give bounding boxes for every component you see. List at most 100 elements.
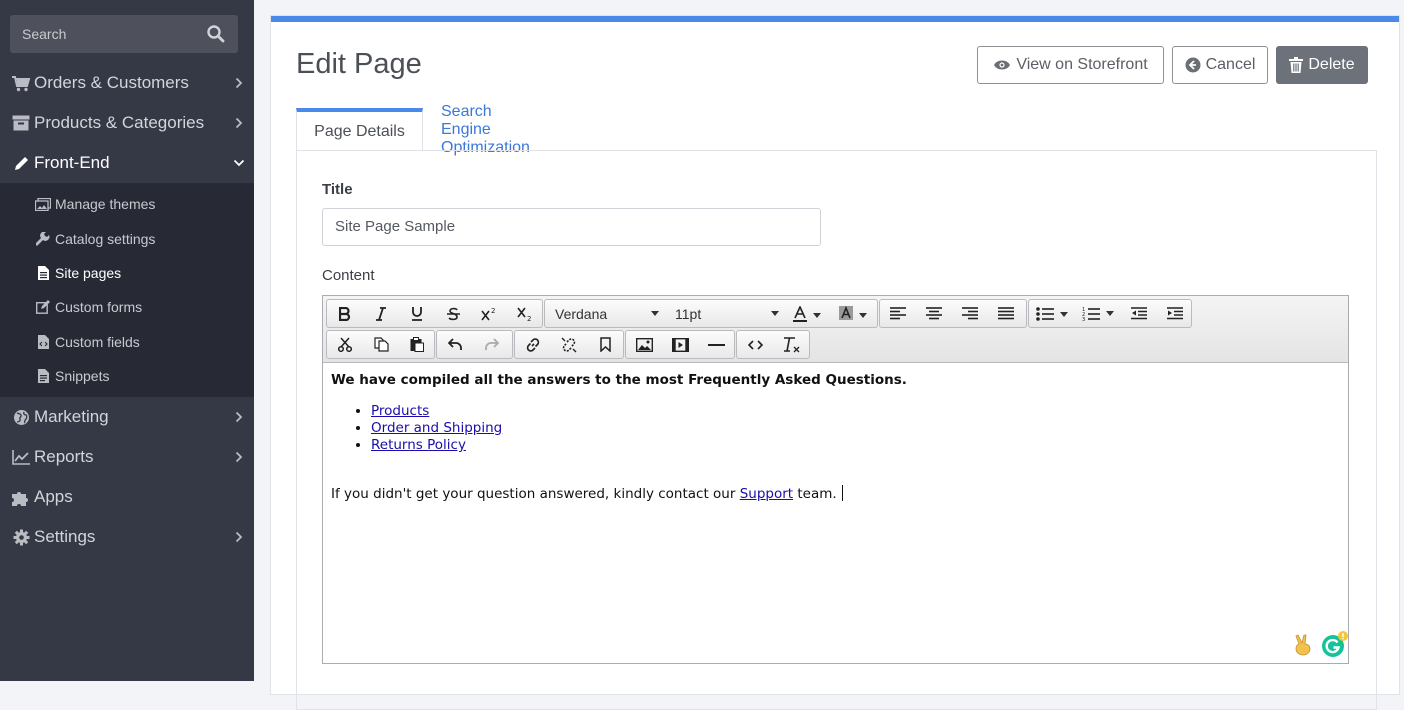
nav-label: Settings bbox=[34, 527, 96, 546]
align-group bbox=[879, 299, 1027, 328]
caret-down-icon bbox=[651, 311, 659, 316]
returns-policy-link[interactable]: Returns Policy bbox=[371, 437, 466, 453]
font-size-select[interactable]: 11pt bbox=[665, 300, 785, 327]
intro-paragraph: We have compiled all the answers to the … bbox=[331, 372, 907, 388]
source-code-icon[interactable] bbox=[737, 331, 773, 358]
search-box[interactable]: Search bbox=[10, 15, 238, 53]
nav-label: Orders & Customers bbox=[34, 73, 189, 92]
nav-marketing[interactable]: Marketing bbox=[0, 397, 254, 437]
sub-label: Manage themes bbox=[55, 196, 156, 212]
rich-text-editor[interactable]: 2 2 Verdana 11pt 123 We have compiled al… bbox=[322, 295, 1349, 664]
text-cursor bbox=[841, 485, 843, 501]
sidebar-item-manage-themes[interactable]: Manage themes bbox=[0, 189, 254, 219]
strikethrough-icon[interactable] bbox=[435, 300, 471, 327]
nav-reports[interactable]: Reports bbox=[0, 437, 254, 477]
font-size-value: 11pt bbox=[675, 305, 702, 322]
image-icon[interactable] bbox=[626, 331, 662, 358]
grammarly-icon[interactable] bbox=[1321, 630, 1349, 658]
edit-icon bbox=[35, 300, 51, 314]
horizontal-rule-icon[interactable] bbox=[698, 331, 734, 358]
font-family-select[interactable]: Verdana bbox=[545, 300, 665, 327]
file-code-icon bbox=[35, 335, 51, 349]
sidebar-item-site-pages[interactable]: Site pages bbox=[0, 258, 254, 288]
editor-content[interactable]: We have compiled all the answers to the … bbox=[323, 363, 1348, 663]
nav-label: Marketing bbox=[34, 407, 109, 426]
search-icon[interactable] bbox=[206, 24, 226, 44]
outro-paragraph: If you didn't get your question answered… bbox=[331, 485, 843, 502]
arrow-circle-left-icon bbox=[1185, 57, 1201, 73]
view-on-storefront-label: View on Storefront bbox=[1016, 56, 1148, 73]
delete-button[interactable]: Delete bbox=[1276, 46, 1368, 84]
clear-formatting-icon[interactable] bbox=[773, 331, 809, 358]
underline-icon[interactable] bbox=[399, 300, 435, 327]
sidebar-item-catalog-settings[interactable]: Catalog settings bbox=[0, 224, 254, 254]
clipboard-group bbox=[326, 330, 435, 359]
front-end-submenu: Manage themes Catalog settings Site page… bbox=[0, 183, 254, 397]
numbered-list-button[interactable]: 123 bbox=[1075, 300, 1121, 327]
sidebar-item-snippets[interactable]: Snippets bbox=[0, 361, 254, 391]
unlink-icon[interactable] bbox=[551, 331, 587, 358]
editor-toolbar: 2 2 Verdana 11pt 123 bbox=[323, 296, 1348, 363]
content-label: Content bbox=[322, 267, 375, 284]
tab-page-details[interactable]: Page Details bbox=[296, 108, 423, 151]
format-group: 2 2 bbox=[326, 299, 543, 328]
archive-icon bbox=[10, 115, 32, 131]
cut-icon[interactable] bbox=[327, 331, 363, 358]
bold-icon[interactable] bbox=[327, 300, 363, 327]
undo-icon[interactable] bbox=[437, 331, 473, 358]
outro-text-after: team. bbox=[797, 486, 837, 502]
sub-label: Custom forms bbox=[55, 299, 143, 315]
eye-icon bbox=[994, 60, 1011, 70]
align-justify-icon[interactable] bbox=[988, 300, 1024, 327]
nav-products-categories[interactable]: Products & Categories bbox=[0, 103, 254, 143]
sub-label: Site pages bbox=[55, 265, 122, 281]
source-group bbox=[736, 330, 810, 359]
align-left-icon[interactable] bbox=[880, 300, 916, 327]
text-color-button[interactable] bbox=[785, 300, 831, 327]
victory-hand-icon[interactable] bbox=[1293, 634, 1313, 656]
sidebar-item-custom-forms[interactable]: Custom forms bbox=[0, 292, 254, 322]
bullet-list-button[interactable] bbox=[1029, 300, 1075, 327]
nav-label: Apps bbox=[34, 487, 73, 506]
media-icon[interactable] bbox=[662, 331, 698, 358]
nav-settings[interactable]: Settings bbox=[0, 517, 254, 557]
faq-link-list: Products Order and Shipping Returns Poli… bbox=[371, 403, 502, 454]
products-link[interactable]: Products bbox=[371, 403, 429, 419]
list-item: Products bbox=[371, 403, 502, 420]
text-color-icon bbox=[793, 305, 821, 322]
nav-orders-customers[interactable]: Orders & Customers bbox=[0, 63, 254, 103]
cancel-button[interactable]: Cancel bbox=[1172, 46, 1268, 84]
outro-text-before: If you didn't get your question answered… bbox=[331, 486, 736, 502]
bookmark-icon[interactable] bbox=[587, 331, 623, 358]
indent-icon[interactable] bbox=[1157, 300, 1193, 327]
title-field[interactable]: Site Page Sample bbox=[322, 208, 821, 246]
sidebar-item-custom-fields[interactable]: Custom fields bbox=[0, 327, 254, 357]
redo-icon[interactable] bbox=[473, 331, 509, 358]
search-input[interactable]: Search bbox=[22, 26, 66, 42]
outdent-icon[interactable] bbox=[1121, 300, 1157, 327]
align-right-icon[interactable] bbox=[952, 300, 988, 327]
italic-icon[interactable] bbox=[363, 300, 399, 327]
nav-front-end[interactable]: Front-End bbox=[0, 143, 254, 183]
tab-seo[interactable]: Search Engine Optimization bbox=[441, 103, 530, 156]
sub-label: Custom fields bbox=[55, 334, 140, 350]
font-group: Verdana 11pt bbox=[544, 299, 878, 328]
align-center-icon[interactable] bbox=[916, 300, 952, 327]
edit-page-card: Edit Page View on Storefront Cancel Dele… bbox=[270, 15, 1400, 710]
gear-icon bbox=[10, 529, 32, 546]
link-icon[interactable] bbox=[515, 331, 551, 358]
chevron-right-icon bbox=[224, 451, 254, 463]
cart-icon bbox=[10, 75, 32, 92]
view-on-storefront-button[interactable]: View on Storefront bbox=[977, 46, 1164, 84]
support-link[interactable]: Support bbox=[740, 486, 793, 502]
nav-apps[interactable]: Apps bbox=[0, 477, 254, 517]
paste-icon[interactable] bbox=[399, 331, 435, 358]
superscript-icon[interactable]: 2 bbox=[471, 300, 507, 327]
subscript-icon[interactable]: 2 bbox=[507, 300, 543, 327]
images-icon bbox=[35, 197, 51, 211]
background-color-button[interactable] bbox=[831, 300, 877, 327]
copy-icon[interactable] bbox=[363, 331, 399, 358]
puzzle-icon bbox=[10, 489, 32, 506]
order-shipping-link[interactable]: Order and Shipping bbox=[371, 420, 502, 436]
svg-text:2: 2 bbox=[491, 307, 495, 315]
